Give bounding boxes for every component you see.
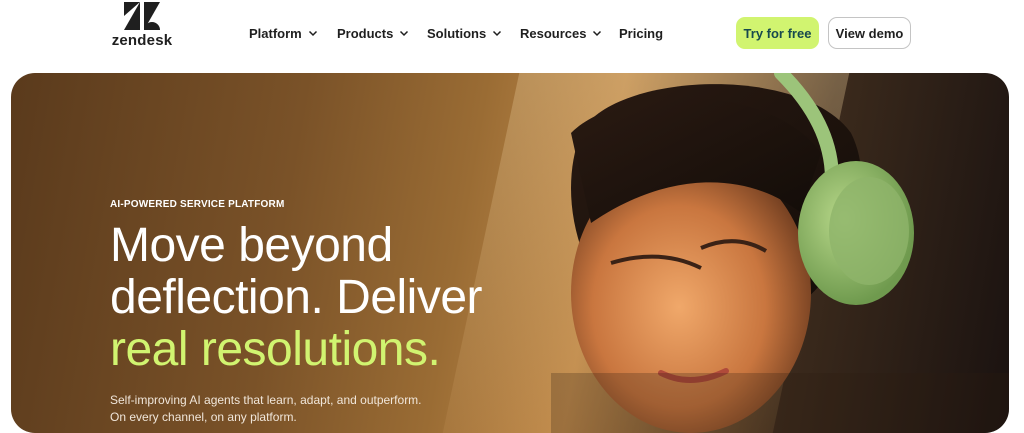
chevron-down-icon xyxy=(400,30,409,37)
try-for-free-button[interactable]: Try for free xyxy=(736,17,819,49)
nav-label: Solutions xyxy=(427,25,487,41)
hero-subtext: Self-improving AI agents that learn, ada… xyxy=(110,392,510,426)
chevron-down-icon xyxy=(308,30,317,37)
headline-line-1: Move beyond xyxy=(110,219,393,272)
nav-item-platform[interactable]: Platform xyxy=(249,22,318,44)
nav-label: Platform xyxy=(249,25,302,41)
subtext-line-1: Self-improving AI agents that learn, ada… xyxy=(110,393,422,407)
hero-eyebrow: AI-POWERED SERVICE PLATFORM xyxy=(110,199,285,210)
nav-item-pricing[interactable]: Pricing xyxy=(619,22,663,44)
nav-label: Pricing xyxy=(619,25,664,41)
zendesk-logo-icon xyxy=(124,2,160,30)
view-demo-button[interactable]: View demo xyxy=(828,17,911,49)
nav-item-resources[interactable]: Resources xyxy=(520,22,602,44)
headline-line-2: deflection. Deliver xyxy=(110,271,483,324)
zendesk-logo[interactable]: zendesk xyxy=(110,2,174,50)
nav-item-products[interactable]: Products xyxy=(337,22,409,44)
chevron-down-icon xyxy=(593,30,602,37)
nav-item-solutions[interactable]: Solutions xyxy=(427,22,502,44)
top-navigation-bar: zendesk Platform Products Solutions Reso… xyxy=(0,0,1024,62)
logo-wordmark: zendesk xyxy=(111,32,173,49)
nav-label: Resources xyxy=(520,25,587,41)
hero-image-woman-with-headphones xyxy=(551,73,1009,433)
nav-label: Products xyxy=(337,25,394,41)
headline-accent: real resolutions. xyxy=(110,323,441,376)
chevron-down-icon xyxy=(493,30,502,37)
hero-headline: Move beyond deflection. Deliver real res… xyxy=(110,220,580,376)
